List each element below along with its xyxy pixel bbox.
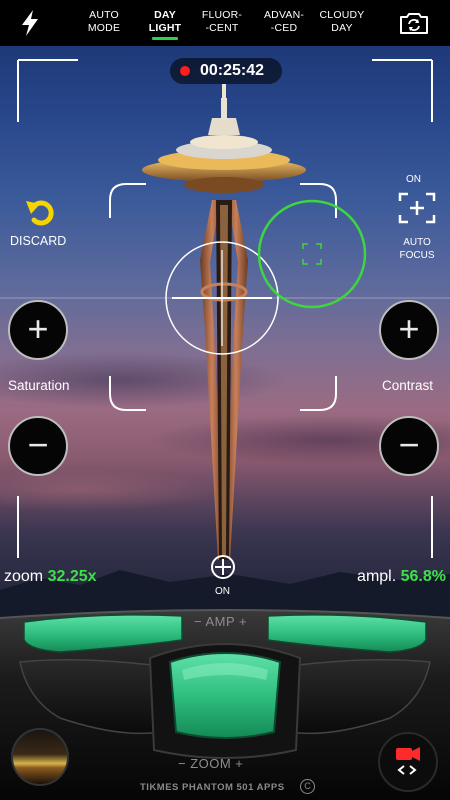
autofocus-label: AUTO FOCUS xyxy=(399,237,435,261)
contrast-label: Contrast xyxy=(382,378,434,393)
discard-label[interactable]: DISCARD xyxy=(10,234,66,248)
contrast-decrease-button[interactable]: − xyxy=(379,416,439,476)
zoom-label: zoom xyxy=(4,568,44,585)
mode-fluorescent[interactable]: FLUOR- -CENT xyxy=(197,9,247,35)
gallery-thumbnail[interactable] xyxy=(11,728,69,786)
timer-text: 00:25:42 xyxy=(200,62,265,79)
saturation-label: Saturation xyxy=(8,378,70,393)
camera-screen: AUTO MODE DAY LIGHT FLUOR- -CENT ADVAN- … xyxy=(0,0,450,800)
mode-cloudy-day[interactable]: CLOUDY DAY xyxy=(316,9,368,35)
ampl-label: ampl. xyxy=(357,568,397,585)
video-camera-icon xyxy=(396,747,420,775)
undo-arrow-icon[interactable] xyxy=(24,196,56,228)
saturation-decrease-button[interactable]: − xyxy=(8,416,68,476)
outer-frame-corner-tr xyxy=(372,59,433,122)
autofocus-icon[interactable] xyxy=(398,192,436,224)
zoom-value: 32.25x xyxy=(47,568,97,585)
mode-daylight[interactable]: DAY LIGHT xyxy=(142,9,188,40)
ampl-value: 56.8% xyxy=(400,568,446,585)
focus-ring xyxy=(257,199,367,309)
contrast-increase-button[interactable]: + xyxy=(379,300,439,360)
focus-target-icon xyxy=(302,243,322,265)
video-record-button[interactable] xyxy=(378,732,438,792)
plus-icon: + xyxy=(398,308,420,349)
saturation-increase-button[interactable]: + xyxy=(8,300,68,360)
zoom-control-label: − ZOOM + xyxy=(178,756,244,771)
top-bar: AUTO MODE DAY LIGHT FLUOR- -CENT ADVAN- … xyxy=(0,0,450,46)
minus-icon: − xyxy=(27,424,49,465)
autofocus-state: ON xyxy=(406,174,421,185)
inner-frame-corner-tl xyxy=(109,183,146,218)
camera-switch-icon[interactable] xyxy=(398,11,430,35)
minus-icon: − xyxy=(398,424,420,465)
zoom-readout: zoom 32.25x xyxy=(4,568,97,586)
amp-control-label: − AMP + xyxy=(194,614,248,629)
crosshair-toggle-icon[interactable] xyxy=(210,554,236,580)
outer-frame-corner-tl xyxy=(17,59,78,122)
active-mode-indicator xyxy=(152,37,178,40)
mode-advanced[interactable]: ADVAN- -CED xyxy=(257,9,311,35)
copyright-icon: C xyxy=(300,779,315,794)
crosshair-state: ON xyxy=(215,586,230,597)
plus-icon: + xyxy=(27,308,49,349)
recording-dot-icon xyxy=(180,66,190,76)
inner-frame-corner-br xyxy=(300,376,337,411)
lightning-bolt-icon[interactable] xyxy=(18,9,42,37)
footer-brand: TIKMES PHANTOM 501 APPS xyxy=(140,782,285,793)
amplification-readout: ampl. 56.8% xyxy=(357,568,446,586)
mode-auto[interactable]: AUTO MODE xyxy=(82,9,126,35)
inner-frame-corner-bl xyxy=(109,376,146,411)
recording-timer: 00:25:42 xyxy=(170,58,282,84)
